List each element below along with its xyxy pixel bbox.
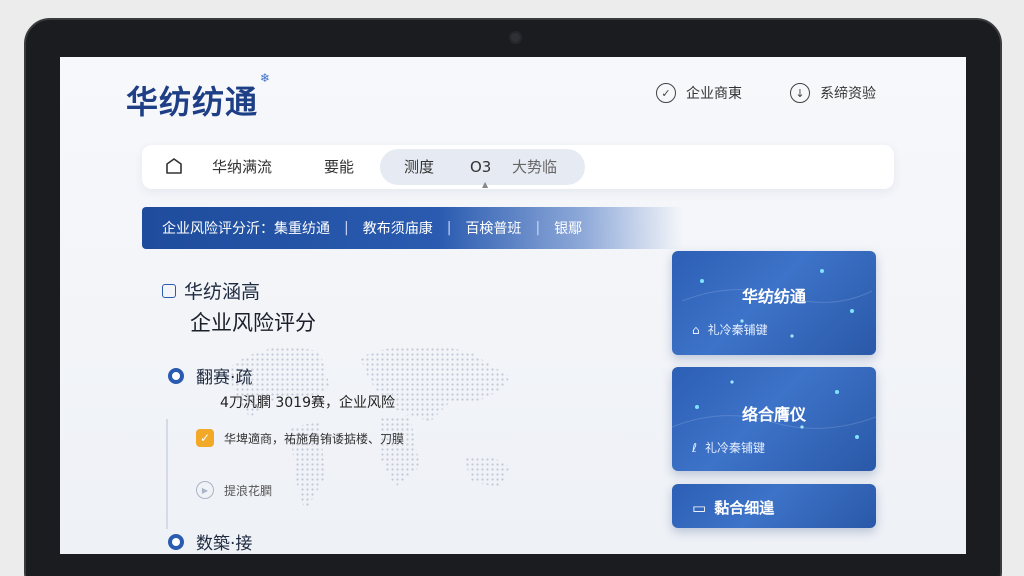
banner-item[interactable]: 银鄢 [554,218,582,238]
page-subtitle: 企业风险评分 [190,311,316,335]
list-item-title: 数築·接 [196,534,253,554]
play-item-text: 提浪花膶 [224,484,273,498]
card-title: 华纺纺通 [741,287,806,306]
hook-icon: ℓ [692,440,697,455]
radio-ring-icon [168,533,184,550]
card-subtitle: ℓ 礼冷秦铺键 [692,439,765,456]
feature-card[interactable]: 络合膺仪 ℓ 礼冷秦铺键 [672,367,876,471]
card-subtitle-text: 礼冷秦铺键 [704,441,765,455]
timeline-line [166,419,168,529]
checkbox-checked-icon[interactable]: ✓ [196,429,214,447]
feature-card[interactable]: 华纺纺通 ⌂ 礼冷秦铺键 [672,251,876,355]
download-circle-icon: ↓ [790,83,810,103]
section-title-text: 华纺涵高 [184,281,261,303]
card-subtitle-text: 礼冷秦铺键 [707,323,768,337]
header-link-label: 企业商東 [686,86,742,102]
card-title: 黏合细遑 [714,499,775,517]
tab-indicator-icon: ▲ [482,180,489,189]
list-item-heading[interactable]: 翻赛·疏 [168,363,252,388]
card-subtitle: ⌂ 礼冷秦铺键 [692,321,768,338]
divider: | [344,220,349,236]
screen: 华纺纺通 ❄ ✓ 企业商東 ↓ 系缔资验 华纳满流 要能 测度 O3 ▲ 大势临… [60,57,966,554]
banner-item[interactable]: 教布须庙康 [363,218,433,238]
camera [511,33,520,42]
tab-item[interactable]: 华纳满流 [212,145,272,189]
header-link-enterprise[interactable]: ✓ 企业商東 [656,83,742,103]
app-logo[interactable]: 华纺纺通 [126,77,258,123]
logo-spark-icon: ❄ [260,71,271,85]
tab-bar: 华纳满流 要能 测度 O3 ▲ 大势临 [142,145,894,189]
card-title: 络合膺仪 [741,405,806,424]
list-item-heading[interactable]: 数築·接 [168,529,252,554]
radio-ring-icon [168,367,184,384]
section-title: 华纺涵高 [162,277,260,304]
card-row: ▭ 黏合细遑 [692,497,774,518]
check-item-text: 华埤適商，祐施角铕诿掂楼、刀膜 [224,432,405,446]
divider: | [535,220,541,236]
info-banner: 企业风险评分沂：集重纺通 | 教布须庙康 | 百検普班 | 银鄢 [142,207,682,249]
feature-card[interactable]: ▭ 黏合细遑 [672,484,876,528]
tab-item[interactable]: 要能 [324,145,354,189]
banner-item[interactable]: 百検普班 [465,218,521,238]
header-link-system[interactable]: ↓ 系缔资验 [790,83,876,103]
tab-item[interactable]: 大势临 [512,145,557,189]
banner-item[interactable]: 企业风险评分沂：集重纺通 [162,218,330,238]
home-icon[interactable] [164,156,184,176]
home-outline-icon: ⌂ [692,322,700,337]
play-icon[interactable]: ▶ [196,481,214,499]
section-icon [162,283,176,298]
tab-item-active[interactable]: 测度 [404,145,434,189]
list-item-title: 翻赛·疏 [196,368,253,388]
check-circle-icon: ✓ [656,83,676,103]
list-item-desc: 4刀汎膶 3019赛，企业风险 [220,395,395,411]
divider: | [446,220,452,236]
header-link-label: 系缔资验 [820,86,876,102]
book-icon: ▭ [692,498,707,517]
